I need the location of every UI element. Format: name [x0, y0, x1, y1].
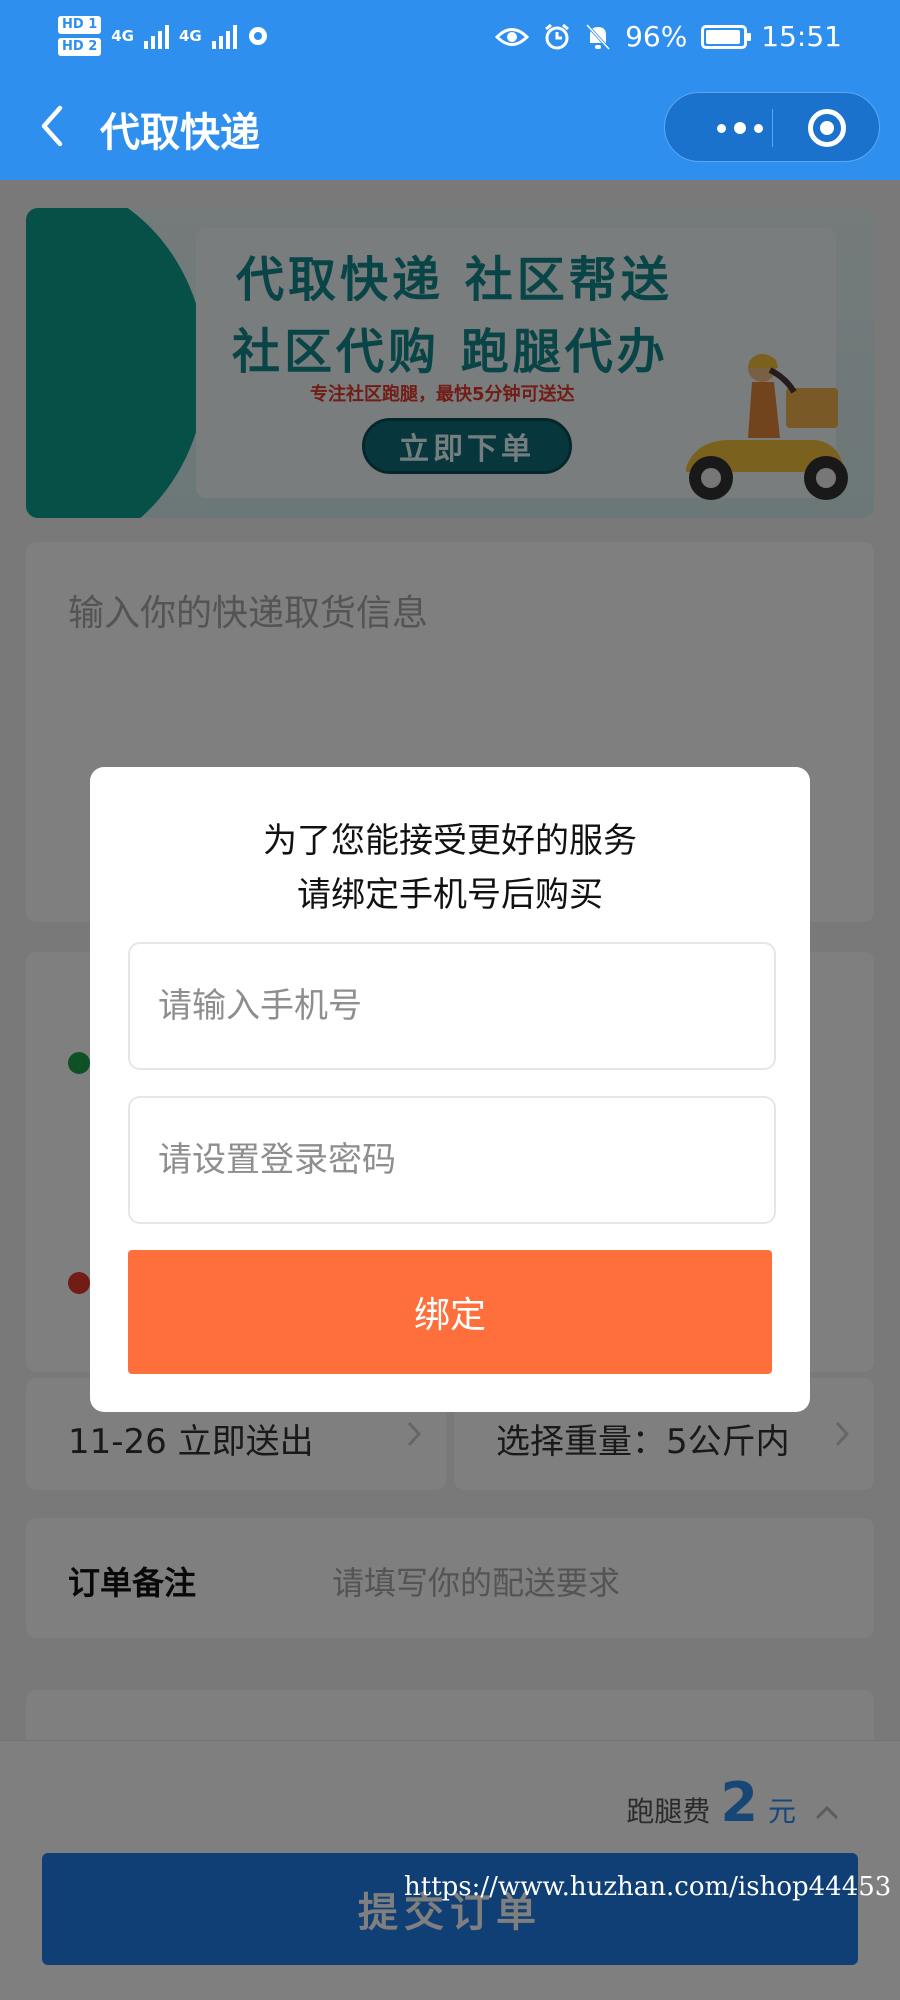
status-right: 96% 15:51 [495, 20, 842, 53]
battery-icon [701, 24, 752, 49]
status-bar: HD 1 HD 2 4G 4G 96% 15:51 [0, 0, 900, 78]
top-bar: HD 1 HD 2 4G 4G 96% 15:51 代取快递 [0, 0, 900, 180]
eye-icon [495, 27, 530, 46]
password-input[interactable] [128, 1096, 776, 1224]
back-arrow-icon[interactable] [36, 102, 66, 150]
status-left: HD 1 HD 2 4G 4G [58, 16, 269, 56]
miniprogram-capsule [664, 92, 880, 162]
battery-percent: 96% [625, 20, 688, 53]
modal-title-line-2: 请绑定手机号后购买 [297, 875, 603, 915]
bind-phone-modal: 为了您能接受更好的服务 请绑定手机号后购买 绑定 [90, 767, 810, 1412]
clock: 15:51 [761, 20, 842, 53]
network-type-1: 4G [111, 27, 134, 45]
phone-input[interactable] [128, 942, 776, 1070]
sync-icon [248, 27, 267, 45]
capsule-divider [772, 109, 773, 147]
page-title: 代取快递 [100, 110, 260, 156]
hd2-badge: HD 2 [58, 38, 102, 56]
mute-bell-icon [585, 23, 611, 50]
signal-icon [144, 23, 169, 49]
network-type-2: 4G [179, 27, 202, 45]
close-target-icon[interactable] [808, 109, 846, 147]
alarm-icon [545, 23, 569, 49]
bind-button[interactable]: 绑定 [128, 1250, 772, 1374]
signal-icon-2 [211, 23, 237, 49]
modal-title-line-1: 为了您能接受更好的服务 [263, 821, 637, 861]
watermark-text: https://www.huzhan.com/ishop44453 [404, 1872, 892, 1902]
hd1-badge: HD 1 [58, 16, 102, 34]
